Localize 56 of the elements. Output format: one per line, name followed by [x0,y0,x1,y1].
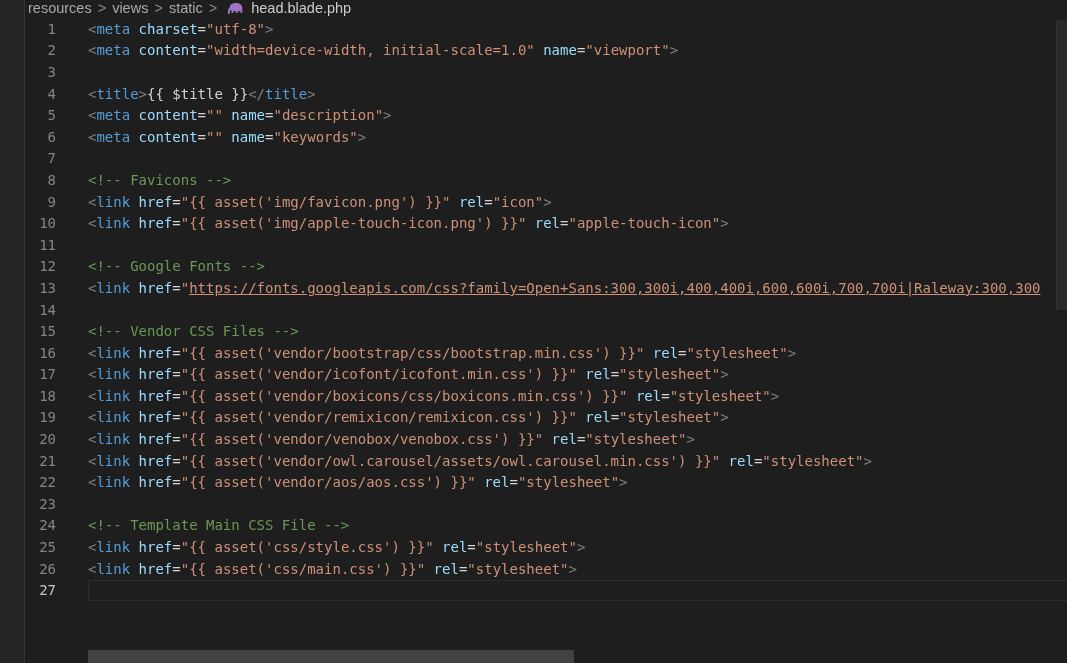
code-line: <link href="{{ asset('vendor/bootstrap/css/bootstrap.min.css') }}" rel="stylesheet"> [88,344,797,361]
code-line: <link href="{{ asset('vendor/remixicon/remixicon.css') }}" rel="stylesheet"> [88,409,729,426]
code-line: <!-- Vendor CSS Files --> [88,323,299,340]
line-number: 10 [38,215,56,232]
code-line: <link href="{{ asset('css/main.css') }}" rel="stylesheet"> [88,560,577,577]
breadcrumb-item[interactable]: static [168,0,203,16]
code-line: <meta content="width=device-width, initial-scale=1.0" name="viewport"> [88,42,679,59]
breadcrumb-item[interactable]: views [112,0,149,16]
code-line: <link href="{{ asset('vendor/boxicons/css/boxicons.min.css') }}" rel="stylesheet"> [88,387,780,404]
code-line: <meta charset="utf-8"> [88,20,274,37]
breadcrumb-separator: > [97,0,107,16]
breadcrumb-separator: > [208,0,218,16]
line-number: 15 [38,323,56,340]
line-number: 11 [38,236,56,253]
line-number: 27 [38,582,56,599]
line-number: 16 [38,344,56,361]
line-number: 22 [38,474,56,491]
line-number: 14 [38,301,56,318]
breadcrumb-item[interactable]: resources [28,0,92,16]
line-number: 2 [46,42,56,59]
line-number: 1 [46,20,56,37]
line-number: 26 [38,560,56,577]
line-number: 9 [46,193,56,210]
code-line: <link href="https://fonts.googleapis.com/css?family=Open+Sans:300,300i,400,400i,600,600i,700,700i|Raleway:300,300 [88,279,1041,296]
code-line: <meta content="" name="description"> [88,107,392,124]
code-line: <link href="{{ asset('vendor/icofont/icofont.min.css') }}" rel="stylesheet"> [88,366,729,383]
line-number: 25 [38,539,56,556]
line-number: 24 [38,517,56,534]
line-number: 17 [38,366,56,383]
code-line: <link href="{{ asset('img/favicon.png') }}" rel="icon"> [88,193,552,210]
line-number: 12 [38,258,56,275]
code-line: <meta content="" name="keywords"> [88,128,367,145]
line-number: 18 [38,387,56,404]
line-number: 21 [38,452,56,469]
code-line: <link href="{{ asset('css/style.css') }}" rel="stylesheet"> [88,539,586,556]
line-number: 19 [38,409,56,426]
code-line: <link href="{{ asset('vendor/owl.carousel/assets/owl.carousel.min.css') }}" rel="stylesheet"> [88,452,872,469]
code-line: <link href="{{ asset('img/apple-touch-icon.png') }}" rel="apple-touch-icon"> [88,215,729,232]
line-number: 23 [38,495,56,512]
code-line: <!-- Template Main CSS File --> [88,517,350,534]
line-number: 20 [38,431,56,448]
horizontal-scrollbar[interactable] [88,650,574,663]
code-line: <title>{{ $title }}</title> [88,85,316,102]
line-number: 8 [46,171,56,188]
breadcrumb-file[interactable]: head.blade.php [251,0,352,16]
line-number: 5 [46,107,56,124]
line-number: 3 [46,64,56,80]
line-number: 6 [46,128,56,145]
code-line: <link href="{{ asset('vendor/aos/aos.css') }}" rel="stylesheet"> [88,474,628,491]
code-line: <!-- Favicons --> [88,171,232,188]
line-number: 13 [38,279,56,296]
breadcrumb-separator: > [154,0,163,16]
code-line: <link href="{{ asset('vendor/venobox/venobox.css') }}" rel="stylesheet"> [88,431,695,448]
line-number: 7 [46,150,56,167]
code-line: <!-- Google Fonts --> [88,258,265,275]
line-number: 4 [46,85,56,102]
